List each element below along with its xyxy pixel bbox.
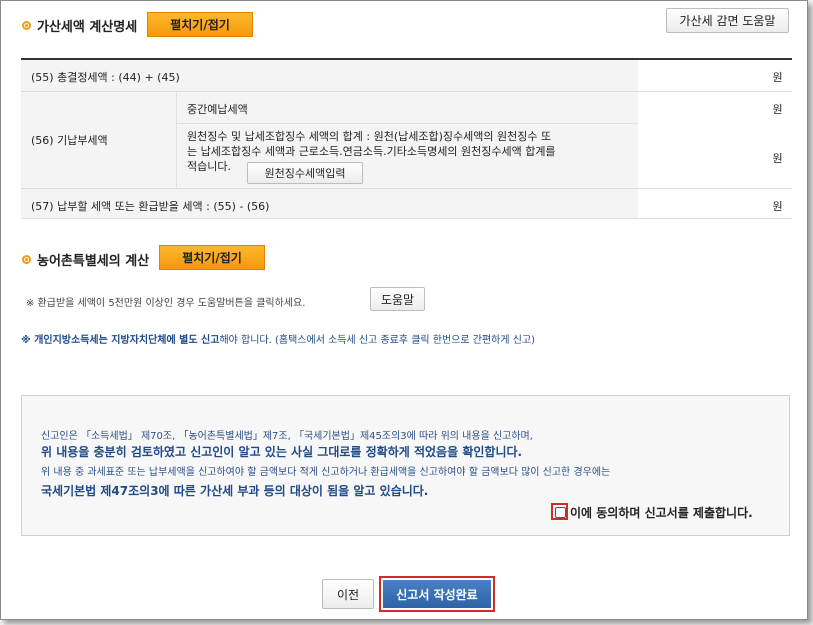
local-note-bold: ※ 개인지방소득세는 지방자치단체에 별도 신고 (21, 335, 220, 346)
penalty-section-title: 가산세액 계산명세 (22, 16, 137, 35)
row56-sub2-line2: 는 납세조합징수 세액과 근로소득.연금소득.기타소득명세의 원천징수세액 합계… (187, 145, 556, 158)
row56-sub2-line1: 원천징수 및 납세조합징수 세액의 합계 : 원천(납세조합)징수세액의 원천징… (187, 130, 552, 143)
row56-sub1-label: 중간예납세액 (176, 92, 638, 124)
rural-section-title: 농어촌특별세의 계산 (22, 250, 149, 269)
submit-button[interactable]: 신고서 작성완료 (383, 580, 491, 608)
main-window: 가산세액 계산명세 펼치기/접기 가산세 감면 도움말 (55) 총결정세액 :… (0, 0, 808, 620)
row55-label: (55) 총결정세액 : (44) + (45) (21, 60, 638, 91)
row56-sub2-desc: 원천징수 및 납세조합징수 세액의 합계 : 원천(납세조합)징수세액의 원천징… (176, 124, 638, 188)
table-row-56: (56) 기납부세액 중간예납세액 원 원천징수 및 납세조합징수 세액의 합계… (21, 92, 792, 189)
row56-sub1-unit: 원 (772, 103, 783, 116)
orange-bullet-icon (22, 21, 31, 30)
orange-bullet-icon (22, 255, 31, 264)
rural-toggle-button[interactable]: 펼치기/접기 (159, 245, 265, 270)
declaration-line2: 위 내용을 충분히 검토하였고 신고인이 알고 있는 사실 그대로를 정확하게 … (41, 445, 523, 459)
table-row-57: (57) 납부할 세액 또는 환급받을 세액 : (55) - (56) 원 (21, 189, 792, 219)
submit-button-highlight: 신고서 작성완료 (379, 576, 495, 612)
local-note-rest: 해야 합니다. (홈택스에서 소득세 신고 종료후 클릭 한번으로 간편하게 신… (219, 335, 536, 346)
local-income-tax-note: ※ 개인지방소득세는 지방자치단체에 별도 신고해야 합니다. (홈택스에서 소… (21, 331, 535, 346)
row56-sub2-unit: 원 (772, 152, 783, 165)
row55-unit: 원 (772, 71, 783, 84)
declaration-line3: 위 내용 중 과세표준 또는 납부세액을 신고하여야 할 금액보다 적게 신고하… (41, 467, 611, 478)
rural-title-text: 농어촌특별세의 계산 (37, 254, 150, 269)
declaration-box: 신고인은 「소득세법」 제70조, 「농어촌특별세법」제7조, 「국세기본법」제… (21, 395, 790, 536)
declaration-line1: 신고인은 「소득세법」 제70조, 「농어촌특별세법」제7조, 「국세기본법」제… (41, 431, 533, 442)
agree-checkbox[interactable] (551, 503, 568, 520)
table-row-55: (55) 총결정세액 : (44) + (45) 원 (21, 60, 792, 92)
declaration-line4: 국세기본법 제47조의3에 따른 가산세 부과 등의 대상이 됨을 알고 있습니… (41, 484, 429, 498)
row56-label: (56) 기납부세액 (21, 92, 176, 188)
row57-label: (57) 납부할 세액 또는 환급받을 세액 : (55) - (56) (21, 189, 638, 218)
refund-help-button[interactable]: 도움말 (370, 287, 425, 311)
penalty-title-text: 가산세액 계산명세 (37, 20, 138, 35)
penalty-toggle-button[interactable]: 펼치기/접기 (147, 12, 253, 37)
row57-unit: 원 (772, 200, 783, 213)
checkbox-square[interactable] (555, 507, 566, 518)
refund-help-note: ※ 환급받을 세액이 5천만원 이상인 경우 도움말버튼을 클릭하세요. (26, 298, 306, 309)
prev-button[interactable]: 이전 (322, 579, 374, 609)
tax-table: (55) 총결정세액 : (44) + (45) 원 (56) 기납부세액 중간… (21, 58, 792, 219)
withholding-input-button[interactable]: 원천징수세액입력 (247, 162, 363, 184)
agree-label[interactable]: 이에 동의하며 신고서를 제출합니다. (570, 504, 753, 521)
penalty-help-button[interactable]: 가산세 감면 도움말 (666, 8, 789, 33)
